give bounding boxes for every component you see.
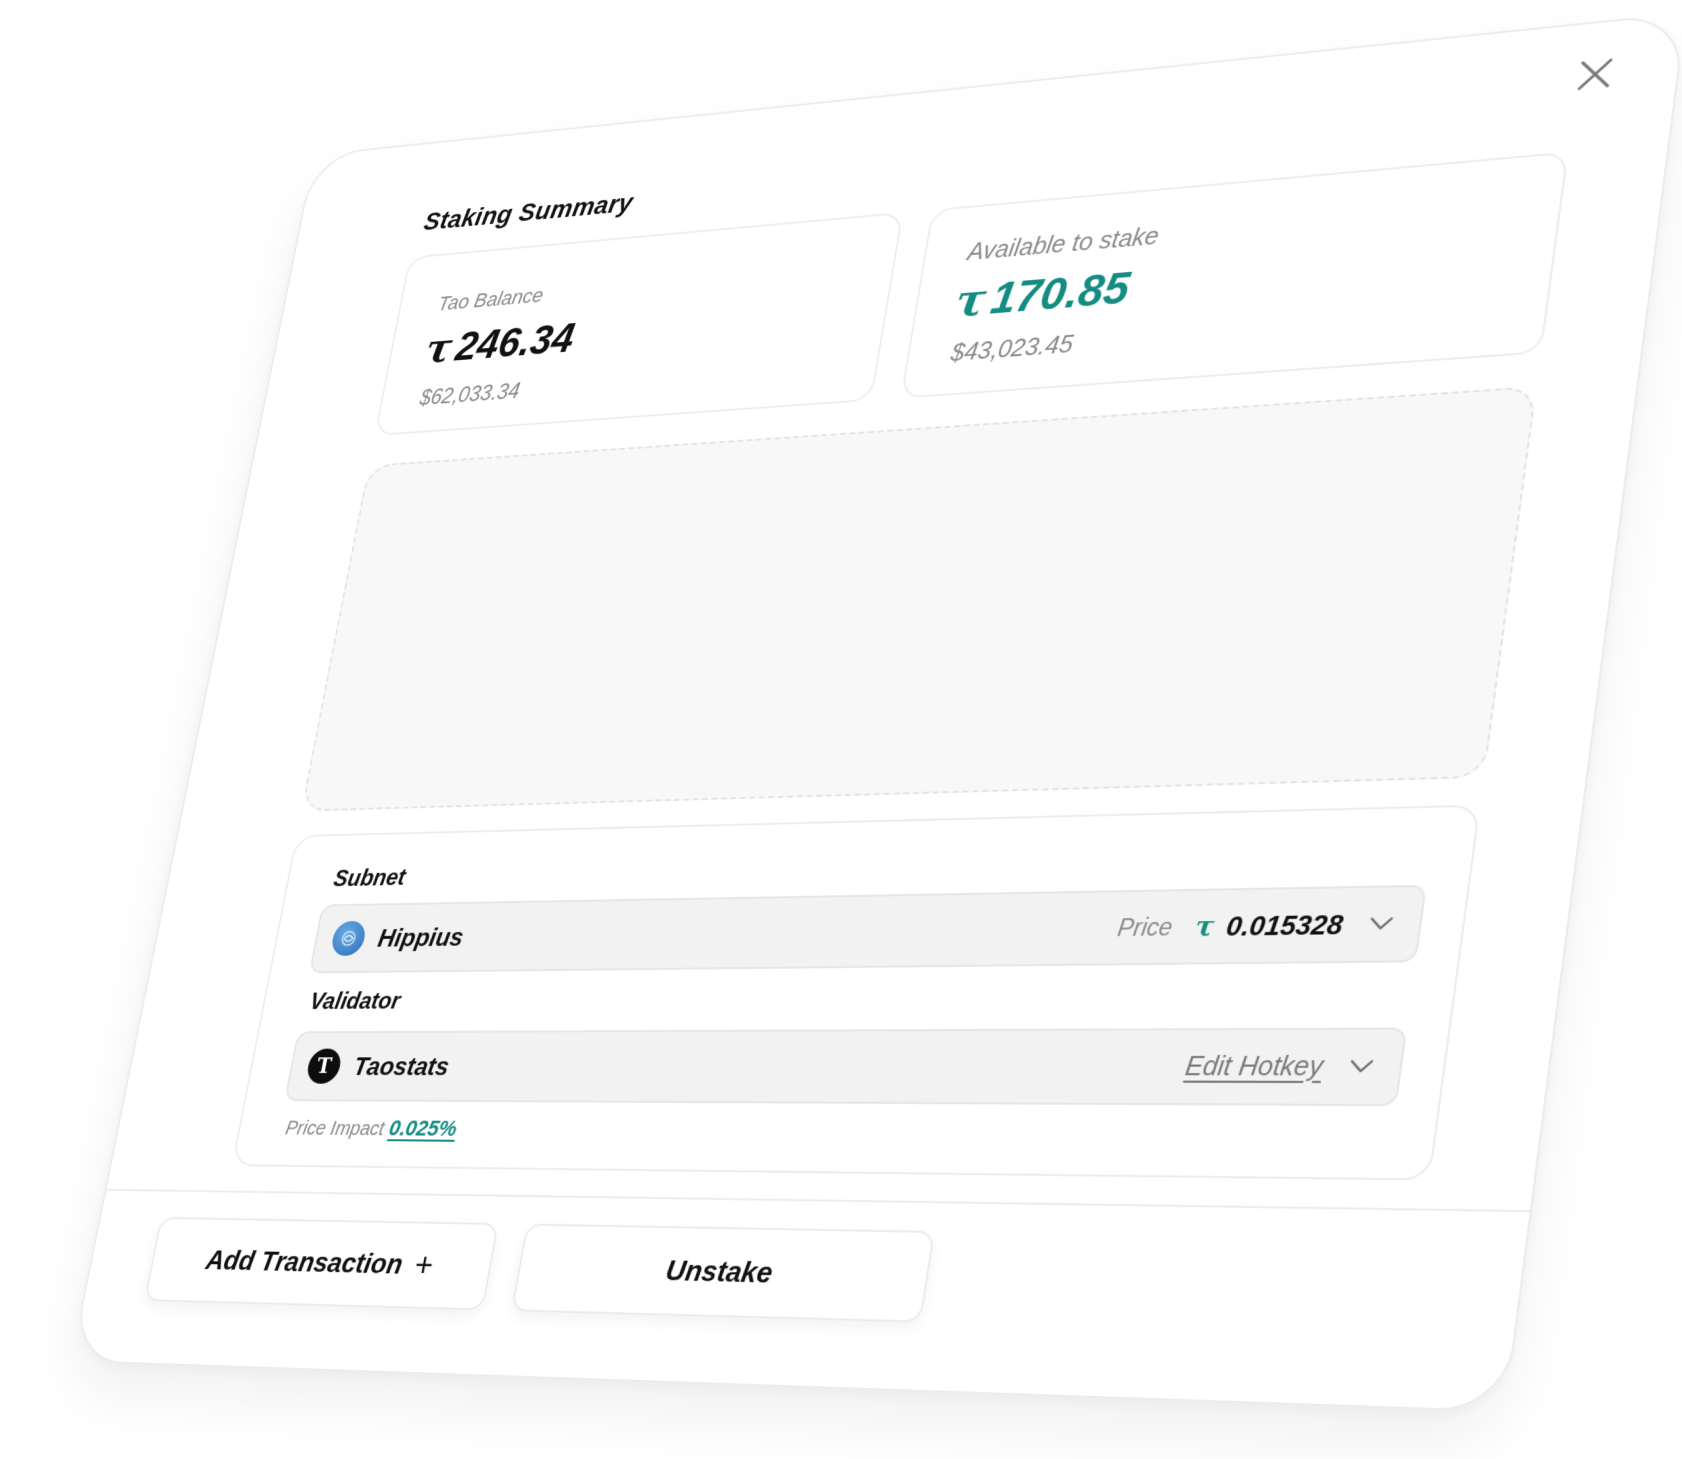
subnet-select[interactable]: Hippius Price τ 0.015328 bbox=[308, 884, 1427, 974]
subnet-price-group: Price τ 0.015328 bbox=[1115, 907, 1397, 944]
tao-balance-label: Tao Balance bbox=[436, 283, 546, 315]
validator-label: Validator bbox=[307, 988, 403, 1015]
available-value: 170.85 bbox=[987, 262, 1134, 324]
price-label: Price bbox=[1115, 912, 1175, 941]
validator-actions: Edit Hotkey bbox=[1183, 1051, 1378, 1083]
unstake-label: Unstake bbox=[663, 1254, 776, 1289]
taostats-icon: T bbox=[304, 1048, 344, 1084]
tao-symbol: τ bbox=[421, 324, 456, 373]
close-button[interactable] bbox=[1561, 43, 1629, 104]
unstake-button[interactable]: Unstake bbox=[510, 1223, 936, 1323]
tao-balance-amount: τ 246.34 bbox=[422, 315, 578, 373]
available-label: Available to stake bbox=[965, 222, 1161, 266]
subnet-label: Subnet bbox=[331, 864, 408, 892]
available-usd: $43,023.45 bbox=[948, 330, 1076, 367]
add-transaction-button[interactable]: Add Transaction + bbox=[144, 1216, 499, 1311]
stage: Staking Summary Tao Balance τ 246.34 $62… bbox=[0, 0, 1682, 1459]
chevron-down-icon bbox=[1365, 910, 1397, 938]
close-icon bbox=[1575, 56, 1616, 93]
price-value: 0.015328 bbox=[1224, 908, 1346, 942]
chevron-down-icon bbox=[1345, 1053, 1378, 1081]
transaction-placeholder-area bbox=[300, 385, 1538, 812]
stake-form: Subnet Hippius Price τ 0.015328 Validato… bbox=[231, 804, 1481, 1181]
add-transaction-label: Add Transaction bbox=[203, 1244, 406, 1280]
tao-balance-card: Tao Balance τ 246.34 $62,033.34 bbox=[374, 211, 904, 437]
available-amount: τ 170.85 bbox=[952, 261, 1134, 327]
modal-title: Staking Summary bbox=[421, 188, 636, 236]
validator-name: Taostats bbox=[351, 1050, 452, 1081]
staking-modal: Staking Summary Tao Balance τ 246.34 $62… bbox=[70, 12, 1682, 1413]
subnet-name: Hippius bbox=[375, 921, 467, 953]
plus-icon: + bbox=[411, 1245, 437, 1285]
available-to-stake-card: Available to stake τ 170.85 $43,023.45 bbox=[900, 151, 1569, 399]
price-value-group: τ 0.015328 bbox=[1193, 908, 1345, 943]
edit-hotkey-link[interactable]: Edit Hotkey bbox=[1183, 1051, 1325, 1082]
price-impact-value[interactable]: 0.025% bbox=[387, 1115, 459, 1140]
validator-select[interactable]: T Taostats Edit Hotkey bbox=[284, 1027, 1408, 1107]
tao-symbol: τ bbox=[951, 273, 991, 327]
price-impact: Price Impact 0.025% bbox=[283, 1115, 459, 1142]
tao-balance-usd: $62,033.34 bbox=[417, 378, 523, 410]
tao-balance-value: 246.34 bbox=[452, 315, 578, 370]
tao-symbol: τ bbox=[1193, 911, 1217, 943]
price-impact-label: Price Impact bbox=[283, 1117, 387, 1141]
footer-divider bbox=[106, 1188, 1530, 1213]
hippius-icon bbox=[329, 920, 368, 956]
